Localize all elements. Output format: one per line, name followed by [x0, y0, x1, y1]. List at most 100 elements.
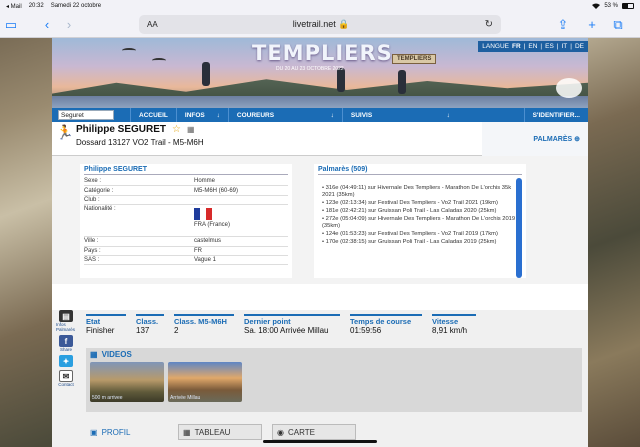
lang-de[interactable]: DE [575, 43, 584, 50]
palmares-list: 316e (04:49:11) sur Hivernale Des Templi… [318, 185, 522, 246]
identity-row: Pays : FR [84, 247, 288, 256]
list-item[interactable]: 181e (02:42:21) sur Gruissan Poli Trail … [322, 208, 522, 215]
favorite-star-icon[interactable]: ☆ [172, 124, 181, 135]
identity-row: Sexe : Homme [84, 177, 288, 187]
runner-name: Philippe SEGURET [76, 124, 167, 135]
race-time-cell: Temps de course 01:59:56 [350, 314, 422, 335]
nav-coureurs[interactable]: COUREURS ↓ [227, 108, 342, 122]
runner-figure [398, 70, 406, 94]
field-value: castelmus [194, 238, 222, 245]
palmares-panel: Palmarès (509) 316e (04:49:11) sur Hiver… [314, 164, 526, 278]
nav-coureurs-label: COUREURS [236, 111, 275, 119]
nav-login[interactable]: S'IDENTIFIER... [523, 108, 588, 122]
lang-en[interactable]: EN [528, 43, 537, 50]
field-value: FRA (France) [194, 222, 231, 229]
tab-profil[interactable]: ▣ PROFIL [86, 424, 168, 440]
facebook-icon: f [59, 335, 73, 347]
text-size-button[interactable]: AA [147, 20, 158, 29]
category-rank-value: 2 [174, 326, 179, 335]
identity-row: Catégorie : M5-M6H (60-69) [84, 186, 288, 196]
address-bar[interactable]: AA livetrail.net 🔒 ↻ [139, 15, 501, 34]
main-nav: ACCUEIL INFOS ↓ COUREURS ↓ SUIVIS ↓ S'IDENT… [52, 108, 588, 122]
runner-header: 🏃 Philippe SEGURET ☆ ▦ Dossard 13127 VO2… [52, 122, 588, 156]
field-label: Ville : [84, 238, 99, 245]
palmares-scrollbar[interactable] [516, 178, 522, 278]
runner-icon: 🏃 [56, 124, 74, 140]
category-rank-heading: Class. M5-M6H [174, 317, 227, 326]
france-flag-icon [194, 208, 212, 221]
bib-and-race: Dossard 13127 VO2 Trail - M5-M6H [76, 138, 204, 147]
runner-details: Philippe SEGURET Sexe : Homme Catégorie :… [52, 156, 588, 284]
id-card-icon: ▤ [59, 310, 73, 322]
paraglider-icon [152, 58, 166, 63]
battery-icon [622, 3, 634, 9]
nav-accueil[interactable]: ACCUEIL [130, 108, 176, 122]
tab-tableau-label: TABLEAU [194, 427, 231, 437]
speed-heading: Vitesse [432, 317, 459, 326]
wifi-icon [592, 3, 601, 9]
field-label: Catégorie : [84, 187, 114, 194]
speed-value: 8,91 km/h [432, 326, 468, 335]
back-to-app-link[interactable]: ◂ Mail [6, 3, 22, 10]
paraglider-icon [122, 48, 136, 53]
new-tab-icon[interactable]: + [581, 17, 603, 32]
reload-icon[interactable]: ↻ [485, 19, 493, 30]
tab-tableau[interactable]: ▦ TABLEAU [178, 424, 262, 440]
list-item[interactable]: 316e (04:49:11) sur Hivernale Des Templi… [322, 185, 522, 199]
field-value: Vague 1 [194, 257, 216, 264]
rank-cell: Class. 137 [136, 314, 164, 335]
date: Samedi 22 octobre [50, 2, 102, 9]
video-thumbnail[interactable]: 500 m arrivee [90, 362, 164, 402]
palmares-tab[interactable]: PALMARÈS ⊕ [482, 122, 588, 156]
list-item[interactable]: 170e (02:38:15) sur Gruissan Poli Trail … [322, 239, 522, 246]
list-item[interactable]: 123e (02:13:34) sur Festival Des Templie… [322, 200, 522, 207]
nav-suivis[interactable]: SUIVIS ↓ [341, 108, 458, 122]
speed-cell: Vitesse 8,91 km/h [432, 314, 476, 335]
videos-panel: ▦ VIDEOS 500 m arrivee Arrivée Millau [86, 348, 582, 412]
sidebar-icon[interactable]: ▭ [0, 17, 22, 33]
home-indicator[interactable] [263, 440, 377, 443]
runner-search-input[interactable] [58, 110, 114, 120]
browser-toolbar: ▭ ‹ › AA livetrail.net 🔒 ↻ ⇪ + ⧉ [0, 12, 640, 38]
lang-it[interactable]: IT [561, 43, 567, 50]
race-time-heading: Temps de course [350, 317, 412, 326]
status-value: Finisher [86, 326, 115, 335]
language-selector: LANGUE FR | EN | ES | IT | DE [478, 41, 588, 52]
rank-heading: Class. [136, 317, 159, 326]
nav-infos[interactable]: INFOS ↓ [175, 108, 228, 122]
forward-icon[interactable]: › [58, 17, 80, 32]
rank-value: 137 [136, 326, 150, 335]
facebook-share-button[interactable]: f Share [59, 335, 73, 352]
nav-infos-label: INFOS [184, 111, 205, 119]
field-label: Club : [84, 196, 100, 203]
event-title: TEMPLIERS [252, 41, 393, 65]
ios-status-bar: ◂ Mail 20:32 Samedi 22 octobre 53 % [0, 0, 640, 12]
templiers-sign: TEMPLIERS [392, 54, 437, 64]
contact-label: Contact [58, 382, 74, 387]
videos-header: ▦ VIDEOS [90, 350, 578, 359]
lang-es[interactable]: ES [545, 43, 554, 50]
lang-fr[interactable]: FR [512, 43, 521, 50]
mail-icon: ✉ [58, 370, 73, 382]
list-item[interactable]: 124e (01:53:23) sur Festival Des Templie… [322, 231, 522, 238]
film-icon: ▦ [90, 350, 98, 359]
share-icon[interactable]: ⇪ [552, 17, 574, 33]
field-label: SAS : [84, 257, 100, 264]
contact-button[interactable]: ✉ Contact [58, 370, 74, 387]
last-point-value: Sa. 18:00 Arrivée Millau [244, 326, 329, 335]
nav-suivis-label: SUIVIS [350, 111, 373, 119]
identity-row: Ville : castelmus [84, 237, 288, 247]
video-thumbnail[interactable]: Arrivée Millau [168, 362, 242, 402]
qr-icon[interactable]: ▦ [187, 125, 195, 134]
tab-carte[interactable]: ◉ CARTE [272, 424, 356, 440]
video-caption: Arrivée Millau [170, 395, 201, 401]
tabs-icon[interactable]: ⧉ [607, 17, 629, 33]
category-rank-cell: Class. M5-M6H 2 [174, 314, 234, 335]
infos-palmares-button[interactable]: ▤ Infos Palmarès [56, 310, 76, 332]
back-icon[interactable]: ‹ [36, 17, 58, 32]
url-text[interactable]: livetrail.net 🔒 [158, 19, 485, 30]
race-status: Etat Finisher Class. 137 Class. M5-M6H 2 De… [86, 314, 476, 335]
list-item[interactable]: 272e (05:04:09) sur Hivernale Des Templi… [322, 216, 522, 230]
sponsor-logo [556, 78, 582, 98]
twitter-share-button[interactable]: ✦ [59, 355, 73, 367]
